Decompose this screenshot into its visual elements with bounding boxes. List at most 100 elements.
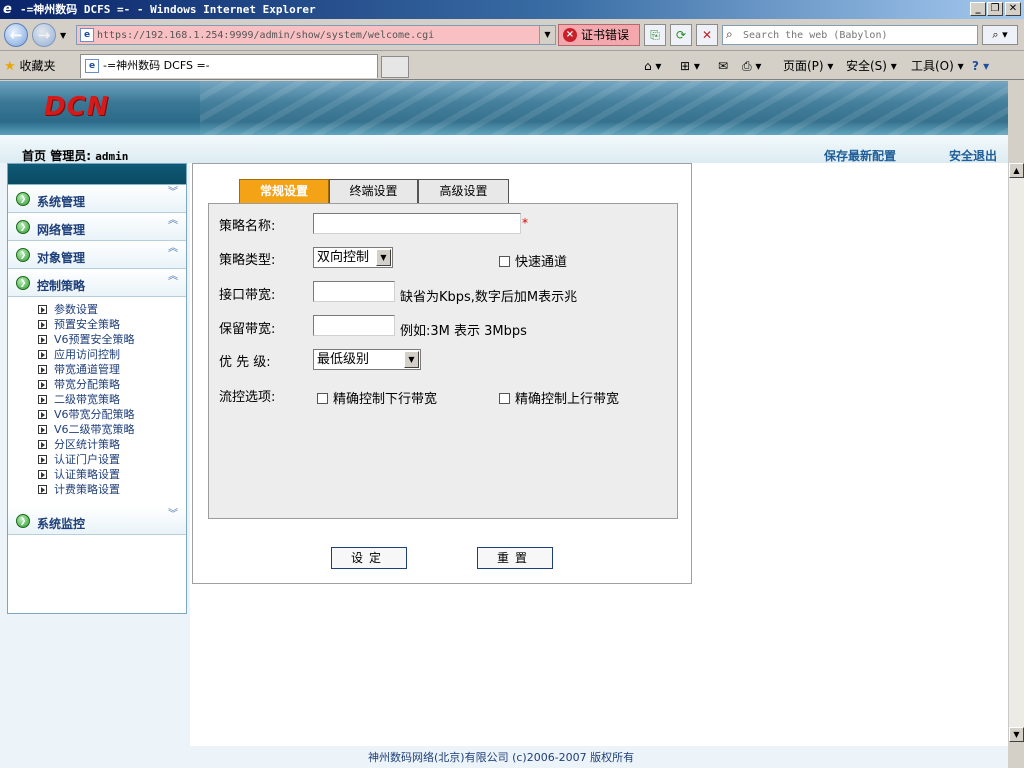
policy-type-select[interactable]: 双向控制 ▼ [313, 247, 393, 268]
arrow-box-icon [38, 410, 47, 419]
dropdown-arrow-icon: ▼ [404, 351, 419, 368]
minimize-button[interactable]: _ [970, 2, 986, 16]
fast-channel-checkbox[interactable]: 快速通道 [499, 251, 567, 270]
history-dropdown-icon[interactable]: ▼ [60, 31, 66, 40]
submenu-item[interactable]: 认证门户设置 [38, 452, 186, 467]
arrow-box-icon [38, 440, 47, 449]
submenu-label: V6预置安全策略 [54, 333, 135, 346]
menu-network-management[interactable]: ❯ 网络管理 ︽ [8, 213, 186, 241]
submenu-item[interactable]: 计费策略设置 [38, 482, 186, 497]
search-go-button[interactable]: ⌕ ▾ [982, 25, 1018, 45]
back-button[interactable]: ← [4, 23, 28, 47]
sidebar: ❯ 系统管理 ︾ ❯ 网络管理 ︽ ❯ 对象管理 ︽ ❯ 控制策略 ︽ 参数设置 [0, 163, 190, 768]
stop-button[interactable]: ✕ [696, 24, 718, 46]
chevron-up-icon: ︽ [168, 271, 178, 282]
interface-bandwidth-input[interactable] [313, 281, 395, 302]
submenu-label: 带宽分配策略 [54, 378, 120, 391]
checkbox-box[interactable] [317, 393, 328, 404]
scroll-up-icon[interactable]: ▲ [1009, 163, 1024, 178]
menu-system-monitor[interactable]: ❯ 系统监控 ︾ [8, 507, 186, 535]
submenu-label: 认证门户设置 [54, 453, 120, 466]
menu-label: 系统监控 [37, 517, 86, 531]
refresh-button[interactable]: ⟳ [670, 24, 692, 46]
arrow-box-icon [38, 395, 47, 404]
submenu-item[interactable]: V6二级带宽策略 [38, 422, 186, 437]
url-input[interactable] [97, 27, 537, 43]
tab-page-icon: e [85, 59, 99, 73]
dropdown-arrow-icon: ▼ [376, 249, 391, 266]
back-arrow-icon: ← [9, 26, 23, 44]
policy-name-input[interactable] [313, 213, 521, 234]
sidebar-menu: ❯ 系统管理 ︾ ❯ 网络管理 ︽ ❯ 对象管理 ︽ ❯ 控制策略 ︽ 参数设置 [7, 163, 187, 614]
feeds-button[interactable]: ⊞ ▾ [680, 56, 700, 76]
favorites-button[interactable]: ★ 收藏夹 [4, 57, 56, 74]
window-title: -=神州数码 DCFS =- - Windows Internet Explor… [20, 3, 316, 16]
ie-logo-icon: e [3, 2, 12, 17]
submenu-item[interactable]: V6预置安全策略 [38, 332, 186, 347]
safety-menu[interactable]: 安全(S) ▾ [846, 56, 897, 76]
submenu-item[interactable]: 参数设置 [38, 302, 186, 317]
precise-downlink-checkbox[interactable]: 精确控制下行带宽 [317, 388, 437, 407]
help-icon: ? [972, 59, 979, 73]
submenu-item[interactable]: 认证策略设置 [38, 467, 186, 482]
forward-button[interactable]: → [32, 23, 56, 47]
tab-title: -=神州数码 DCFS =- [103, 59, 210, 72]
home-link[interactable]: 首页 [22, 149, 46, 163]
info-bar: 首页 管理员: admin 保存最新配置 安全退出 [0, 135, 1008, 163]
submenu-label: 预置安全策略 [54, 318, 120, 331]
close-window-button[interactable]: ✕ [1005, 2, 1021, 16]
submenu-item[interactable]: 分区统计策略 [38, 437, 186, 452]
home-button[interactable]: ⌂ ▾ [644, 56, 661, 76]
policy-type-label: 策略类型: [219, 253, 276, 268]
submenu-item[interactable]: 预置安全策略 [38, 317, 186, 332]
submenu-item[interactable]: 带宽通道管理 [38, 362, 186, 377]
magnifier-dropdown-icon: ⌕ ▾ [992, 28, 1008, 41]
menu-system-management[interactable]: ❯ 系统管理 ︾ [8, 185, 186, 213]
address-bar[interactable]: e ▼ [76, 25, 556, 45]
required-mark: * [522, 216, 528, 230]
submit-button[interactable]: 设定 [331, 547, 407, 569]
restore-button[interactable]: ❐ [987, 2, 1003, 16]
banner-decoration [200, 81, 1008, 135]
page-icon: e [80, 28, 94, 42]
arrow-box-icon [38, 335, 47, 344]
search-box[interactable]: ⌕ [722, 25, 978, 45]
tab-terminal-settings[interactable]: 终端设置 [329, 179, 418, 204]
mail-button[interactable]: ✉ [718, 56, 728, 76]
print-button[interactable]: ⎙ ▾ [742, 56, 761, 76]
reset-button[interactable]: 重置 [477, 547, 553, 569]
submenu-item[interactable]: 应用访问控制 [38, 347, 186, 362]
checkbox-box[interactable] [499, 256, 510, 267]
compatibility-view-button[interactable]: ⎘ [644, 24, 666, 46]
logout-link[interactable]: 安全退出 [949, 147, 997, 164]
certificate-error-button[interactable]: × 证书错误 [558, 24, 640, 46]
reserved-bandwidth-input[interactable] [313, 315, 395, 336]
browser-tab[interactable]: e -=神州数码 DCFS =- [80, 54, 378, 78]
page-menu[interactable]: 页面(P) ▾ [783, 56, 833, 76]
chevron-up-icon: ︽ [168, 243, 178, 254]
safety-menu-label: 安全(S) [846, 59, 887, 73]
help-button[interactable]: ? ▾ [972, 56, 989, 76]
submenu-item[interactable]: 带宽分配策略 [38, 377, 186, 392]
arrow-box-icon [38, 485, 47, 494]
priority-value: 最低级别 [317, 352, 370, 367]
favorites-label: 收藏夹 [19, 59, 56, 73]
menu-control-policy[interactable]: ❯ 控制策略 ︽ [8, 269, 186, 297]
checkbox-box[interactable] [499, 393, 510, 404]
scroll-down-icon[interactable]: ▼ [1009, 727, 1024, 742]
submenu-item[interactable]: V6带宽分配策略 [38, 407, 186, 422]
save-config-link[interactable]: 保存最新配置 [824, 147, 896, 164]
new-tab-button[interactable] [381, 56, 409, 78]
interface-bandwidth-label: 接口带宽: [219, 288, 276, 303]
vertical-scrollbar[interactable]: ▲ ▼ [1008, 163, 1024, 742]
precise-uplink-checkbox[interactable]: 精确控制上行带宽 [499, 388, 619, 407]
search-input[interactable] [743, 27, 973, 43]
tools-menu[interactable]: 工具(O) ▾ [911, 56, 964, 76]
menu-object-management[interactable]: ❯ 对象管理 ︽ [8, 241, 186, 269]
policy-type-value: 双向控制 [317, 250, 370, 265]
tab-general-settings[interactable]: 常规设置 [239, 179, 329, 204]
tab-advanced-settings[interactable]: 高级设置 [418, 179, 509, 204]
submenu-item[interactable]: 二级带宽策略 [38, 392, 186, 407]
priority-select[interactable]: 最低级别 ▼ [313, 349, 421, 370]
address-dropdown-icon[interactable]: ▼ [539, 26, 555, 44]
